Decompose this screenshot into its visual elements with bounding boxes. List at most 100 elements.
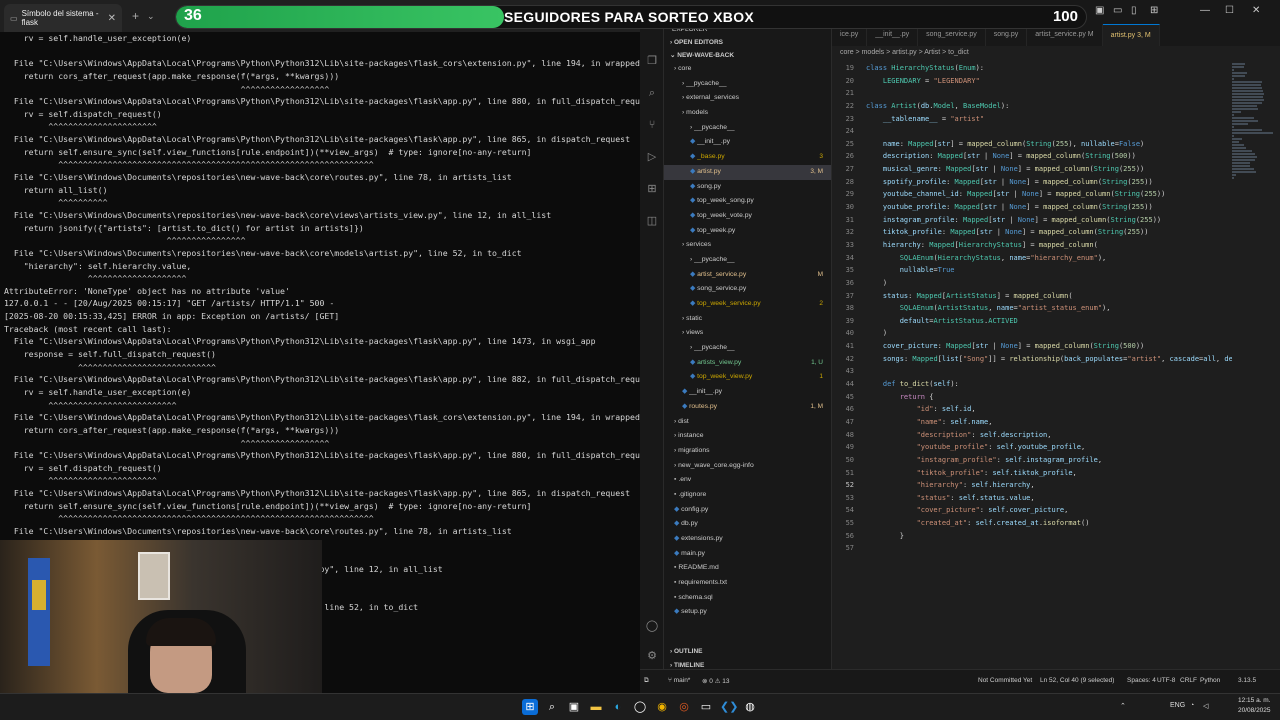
tree-item[interactable]: ◆ main.py — [664, 547, 831, 562]
tree-item[interactable]: ◆ top_week.py — [664, 224, 831, 239]
tree-item[interactable]: ◆ extensions.py — [664, 532, 831, 547]
code-line[interactable]: 41 cover_picture: Mapped[str | None] = m… — [832, 340, 1232, 353]
plus-icon[interactable]: + — [132, 9, 139, 23]
sidebar-icon[interactable]: ▯ — [1131, 5, 1137, 16]
code-line[interactable]: 35 nullable=True — [832, 264, 1232, 277]
tree-item[interactable]: › models — [664, 106, 831, 121]
customize-layout-icon[interactable]: ⊞ — [1150, 5, 1158, 16]
tree-item[interactable]: ◆ __init__.py — [664, 385, 831, 400]
tree-item[interactable]: ◆ top_week_vote.py — [664, 209, 831, 224]
task-view-icon[interactable]: ▣ — [566, 699, 582, 715]
gear-icon[interactable]: ⚙ — [645, 649, 659, 663]
chevron-down-icon[interactable]: ⌄ — [147, 11, 155, 22]
code-line[interactable]: 31 instagram_profile: Mapped[str | None]… — [832, 214, 1232, 227]
tree-item[interactable]: ◆ config.py — [664, 503, 831, 518]
code-line[interactable]: 30 youtube_profile: Mapped[str | None] =… — [832, 201, 1232, 214]
branch-status[interactable]: ⑂ main* — [668, 677, 690, 684]
clock-time[interactable]: 12:15 a. m. — [1238, 697, 1271, 704]
tree-item[interactable]: ◆ top_week_view.py 1 — [664, 370, 831, 385]
code-editor[interactable]: 19 class HierarchyStatus(Enum): 20 LEGENDA… — [832, 62, 1232, 669]
commit-status[interactable]: Not Committed Yet — [978, 677, 1032, 684]
code-line[interactable]: 43 — [832, 365, 1232, 378]
tree-item[interactable]: ◆ routes.py 1, M — [664, 400, 831, 415]
code-line[interactable]: 26 description: Mapped[str | None] = map… — [832, 150, 1232, 163]
tree-item[interactable]: ◆ top_week_song.py — [664, 194, 831, 209]
language-status[interactable]: Python — [1200, 677, 1220, 684]
remote-icon[interactable]: ◫ — [645, 214, 659, 228]
tree-item[interactable]: ◆ __init__.py — [664, 135, 831, 150]
file-explorer-icon[interactable]: ▬ — [588, 699, 604, 715]
tree-item[interactable]: ◆ top_week_service.py 2 — [664, 297, 831, 312]
minimize-icon[interactable]: — — [1200, 5, 1210, 16]
layout-icon[interactable]: ▣ — [1095, 5, 1104, 16]
code-line[interactable]: 32 tiktok_profile: Mapped[str | None] = … — [832, 226, 1232, 239]
code-line[interactable]: 27 musical_genre: Mapped[str | None] = m… — [832, 163, 1232, 176]
tree-item[interactable]: ▪ .gitignore — [664, 488, 831, 503]
chevron-up-icon[interactable]: ⌃ — [1120, 702, 1126, 710]
code-line[interactable]: 50 "instagram_profile": self.instagram_p… — [832, 454, 1232, 467]
tree-item[interactable]: ▪ schema.sql — [664, 591, 831, 606]
eol-status[interactable]: CRLF — [1180, 677, 1197, 684]
code-line[interactable]: 53 "status": self.status.value, — [832, 492, 1232, 505]
tree-item[interactable]: › core — [664, 62, 831, 77]
indent-status[interactable]: Spaces: 4 — [1127, 677, 1156, 684]
vscode-icon[interactable]: ❮❯ — [720, 699, 738, 715]
tree-item[interactable]: ◆ setup.py — [664, 605, 831, 620]
volume-icon[interactable]: ◁ — [1203, 702, 1208, 710]
terminal-icon[interactable]: ▭ — [698, 699, 714, 715]
maximize-icon[interactable]: ☐ — [1225, 5, 1234, 16]
code-line[interactable]: 42 songs: Mapped[list["Song"]] = relatio… — [832, 353, 1232, 366]
account-icon[interactable]: ◯ — [645, 619, 659, 633]
search-icon[interactable]: ⌕ — [544, 699, 560, 715]
code-line[interactable]: 34 SQLAEnum(HierarchyStatus, name="hiera… — [832, 252, 1232, 265]
encoding-status[interactable]: UTF-8 — [1157, 677, 1175, 684]
tree-item[interactable]: › instance — [664, 429, 831, 444]
source-control-icon[interactable]: ⑂ — [645, 118, 659, 132]
open-editors-section[interactable]: › OPEN EDITORS — [664, 36, 831, 49]
tree-item[interactable]: ◆ artist.py 3, M — [664, 164, 831, 180]
tree-item[interactable]: › __pycache__ — [664, 77, 831, 92]
timeline-section[interactable]: › TIMELINE — [664, 659, 831, 669]
code-line[interactable]: 46 "id": self.id, — [832, 403, 1232, 416]
python-version-status[interactable]: 3.13.5 — [1238, 677, 1256, 684]
close-icon[interactable]: ✕ — [1252, 5, 1260, 16]
code-line[interactable]: 29 youtube_channel_id: Mapped[str | None… — [832, 188, 1232, 201]
tree-item[interactable]: › __pycache__ — [664, 341, 831, 356]
obs-icon[interactable]: ◍ — [742, 699, 758, 715]
tree-item[interactable]: ◆ artists_view.py 1, U — [664, 356, 831, 371]
code-line[interactable]: 28 spotify_profile: Mapped[str | None] =… — [832, 176, 1232, 189]
code-line[interactable]: 21 — [832, 87, 1232, 100]
wifi-icon[interactable]: ◔ — [1190, 702, 1194, 709]
code-line[interactable]: 52 "hierarchy": self.hierarchy, — [832, 479, 1232, 492]
tree-item[interactable]: › external_services — [664, 91, 831, 106]
files-icon[interactable]: ❐ — [645, 54, 659, 68]
tree-item[interactable]: ◆ artist_service.py M — [664, 268, 831, 283]
run-debug-icon[interactable]: ▷ — [645, 150, 659, 164]
tree-item[interactable]: › static — [664, 312, 831, 327]
panel-icon[interactable]: ▭ — [1113, 5, 1122, 16]
tree-item[interactable]: ◆ song_service.py — [664, 282, 831, 297]
tree-item[interactable]: › new_wave_core.egg-info — [664, 459, 831, 474]
code-line[interactable]: 40 ) — [832, 327, 1232, 340]
tree-item[interactable]: ◆ song.py — [664, 180, 831, 195]
tree-item[interactable]: ◆ db.py — [664, 517, 831, 532]
code-line[interactable]: 36 ) — [832, 277, 1232, 290]
tree-item[interactable]: ▪ README.md — [664, 561, 831, 576]
code-line[interactable]: 24 — [832, 125, 1232, 138]
cursor-position[interactable]: Ln 52, Col 40 (9 selected) — [1040, 677, 1114, 684]
code-line[interactable]: 38 SQLAEnum(ArtistStatus, name="artist_s… — [832, 302, 1232, 315]
github-icon[interactable]: ◯ — [632, 699, 648, 715]
code-line[interactable]: 48 "description": self.description, — [832, 429, 1232, 442]
tree-item[interactable]: ▪ .env — [664, 473, 831, 488]
code-line[interactable]: 33 hierarchy: Mapped[HierarchyStatus] = … — [832, 239, 1232, 252]
code-line[interactable]: 39 default=ArtistStatus.ACTIVED — [832, 315, 1232, 328]
vscode-window[interactable]: ⌕ new-wave-back ▣ ▭ ▯ ⊞ — ☐ ✕ ❐ ⌕ ⑂ ▷ ⊞ … — [640, 0, 1280, 693]
tree-item[interactable]: › __pycache__ — [664, 121, 831, 136]
editor-tab[interactable]: artist.py 3, M — [1102, 24, 1160, 46]
windows-start-icon[interactable]: ⊞ — [522, 699, 538, 715]
code-line[interactable]: 19 class HierarchyStatus(Enum): — [832, 62, 1232, 75]
firefox-icon[interactable]: ◎ — [676, 699, 692, 715]
code-line[interactable]: 22 class Artist(db.Model, BaseModel): — [832, 100, 1232, 113]
search-icon[interactable]: ⌕ — [645, 86, 659, 100]
breadcrumb[interactable]: core > models > artist.py > Artist > to_… — [832, 46, 1280, 60]
